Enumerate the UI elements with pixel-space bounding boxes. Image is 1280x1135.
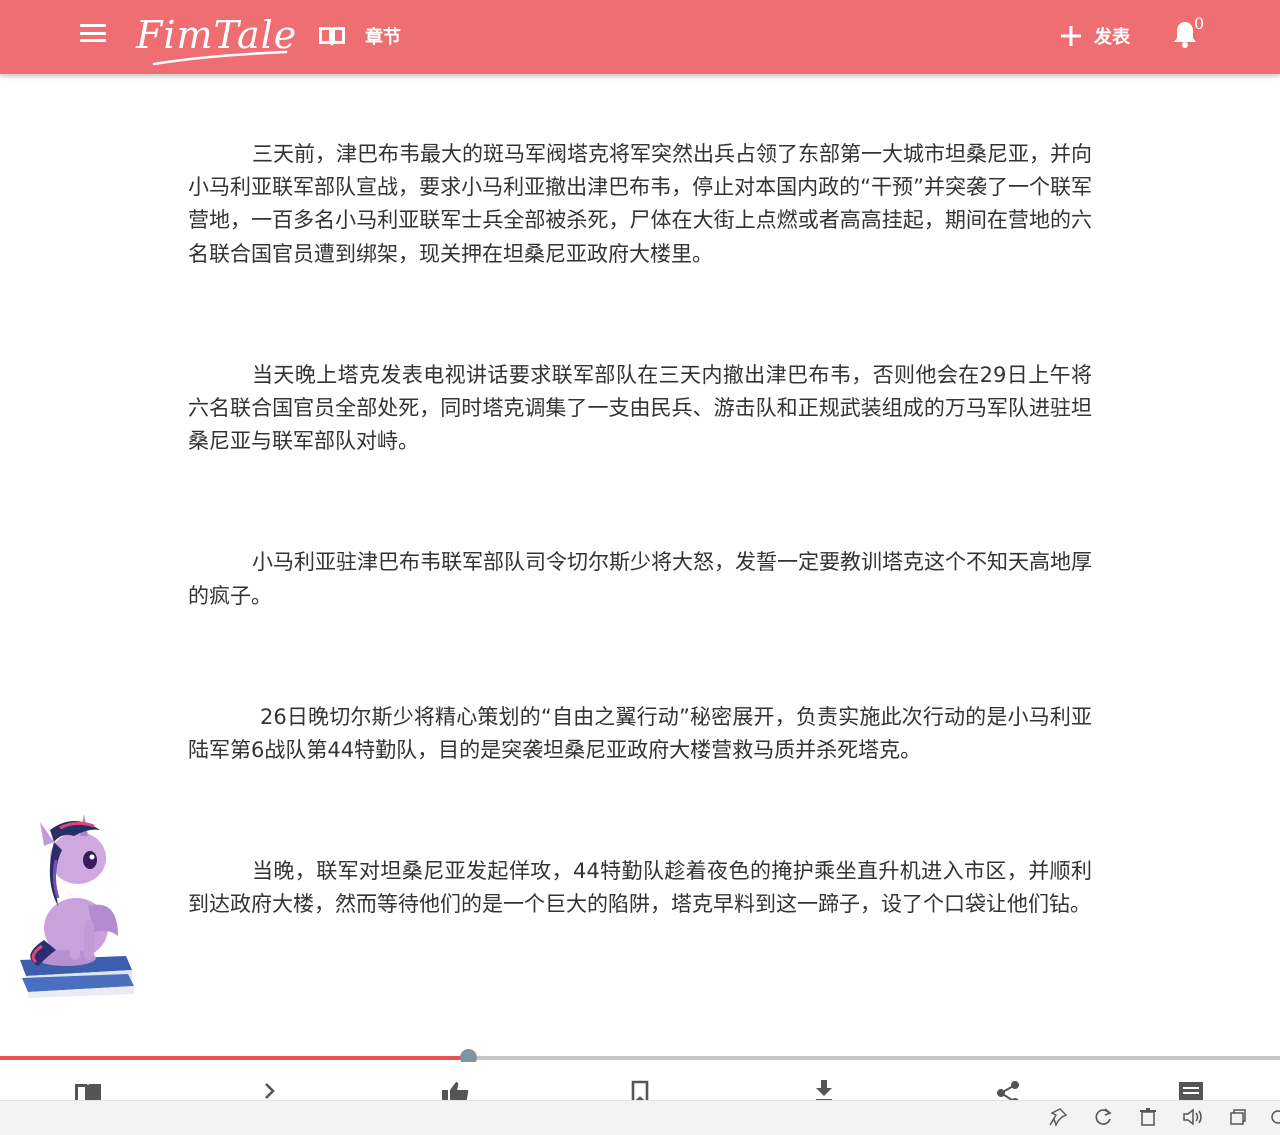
paragraph: 三天前，津巴布韦最大的斑马军阀塔克将军突然出兵占领了东部第一大城市坦桑尼亚，并向… xyxy=(188,142,1092,266)
system-tray xyxy=(0,1100,1280,1135)
partial-icon xyxy=(1271,1110,1280,1124)
pony-mascot-image xyxy=(20,814,134,998)
publish-label: 发表 xyxy=(1094,27,1130,48)
reading-progress-bar[interactable] xyxy=(0,1049,1280,1066)
paragraph: 26日晚切尔斯少将精心策划的“自由之翼行动”秘密展开，负责实施此次行动的是小马利… xyxy=(188,704,1092,763)
chapters-button[interactable]: 章节 xyxy=(317,22,401,50)
bottom-toolbar xyxy=(0,1062,1280,1102)
bookmark-icon[interactable] xyxy=(630,1080,650,1102)
thumbs-up-icon[interactable] xyxy=(440,1080,470,1102)
plus-icon xyxy=(1061,26,1081,46)
chevron-right-icon[interactable] xyxy=(262,1080,278,1102)
notification-count: 0 xyxy=(1194,14,1205,33)
chapters-label: 章节 xyxy=(365,27,401,48)
paragraph: 当天晚上塔克发表电视讲话要求联军部队在三天内撤出津巴布韦，否则他会在29日上午将… xyxy=(188,362,1092,454)
refresh-icon[interactable] xyxy=(1093,1107,1113,1127)
app-header: FimTale 章节 发表 0 xyxy=(0,0,1280,74)
reading-progress-fill xyxy=(0,1056,468,1060)
logo-swash xyxy=(152,50,288,66)
book-icon[interactable] xyxy=(73,1080,103,1102)
pin-icon[interactable] xyxy=(1048,1107,1068,1127)
comment-icon[interactable] xyxy=(1177,1080,1205,1102)
paragraph: 小马利亚驻津巴布韦联军部队司令切尔斯少将大怒，发誓一定要教训塔克这个不知天高地厚… xyxy=(188,550,1092,608)
paragraph: 当晚，联军对坦桑尼亚发起佯攻，44特勤队趁着夜色的掩护乘坐直升机进入市区，并顺利… xyxy=(188,859,1092,917)
menu-icon[interactable] xyxy=(80,24,106,44)
book-open-icon xyxy=(319,27,345,46)
window-icon[interactable] xyxy=(1228,1107,1248,1127)
download-icon[interactable] xyxy=(813,1080,835,1102)
trash-icon[interactable] xyxy=(1138,1107,1158,1127)
chapter-content: 三天前，津巴布韦最大的斑马军阀塔克将军突然出兵占领了东部第一大城市坦桑尼亚，并向… xyxy=(188,138,1092,922)
share-icon[interactable] xyxy=(995,1080,1021,1102)
publish-button[interactable]: 发表 xyxy=(1060,22,1130,50)
speaker-icon[interactable] xyxy=(1182,1107,1204,1127)
